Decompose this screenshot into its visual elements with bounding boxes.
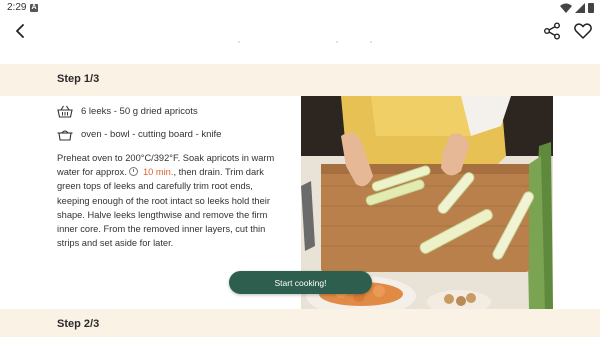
timer-value: 10 min. (142, 167, 174, 178)
clock-icon (129, 167, 139, 177)
timer-link[interactable]: 10 min. (129, 167, 173, 177)
status-bar: 2:29 A (0, 0, 600, 16)
back-button[interactable] (10, 21, 30, 41)
utensils-row: oven - bowl - cutting board - knife (57, 127, 221, 141)
utensils-text: oven - bowl - cutting board - knife (81, 128, 222, 140)
wifi-icon (560, 3, 572, 13)
scrolled-text-fragment: , (370, 39, 372, 44)
signal-icon (575, 3, 585, 13)
step-2-title: Step 2/3 (57, 318, 100, 330)
step-2-header: Step 2/3 (0, 309, 600, 337)
instructions-text-after-timer: , then drain. Trim dark green tops of le… (57, 167, 270, 249)
scrolled-text-fragment: , (336, 39, 338, 44)
ingredients-row: 6 leeks - 50 g dried apricots (57, 104, 198, 118)
step-1-title: Step 1/3 (57, 73, 100, 85)
arrow-back-icon (16, 24, 24, 38)
favorite-button[interactable] (572, 20, 594, 42)
heart-outline-icon (574, 23, 592, 39)
pot-icon (57, 127, 73, 141)
step-1-instructions: Preheat oven to 200°C/392°F. Soak aprico… (57, 151, 287, 250)
scrolled-text-fragment: , (238, 39, 240, 44)
share-icon (544, 22, 560, 40)
status-indicators (560, 3, 594, 13)
notification-a-icon: A (30, 4, 38, 12)
share-button[interactable] (541, 20, 563, 42)
status-time: 2:29 (7, 2, 27, 13)
step-1-header: Step 1/3 (0, 64, 600, 96)
ingredients-text: 6 leeks - 50 g dried apricots (81, 105, 198, 117)
battery-icon (588, 3, 594, 13)
basket-icon (57, 104, 73, 118)
start-cooking-button[interactable]: Start cooking! (229, 271, 372, 294)
app-bar (0, 16, 600, 46)
